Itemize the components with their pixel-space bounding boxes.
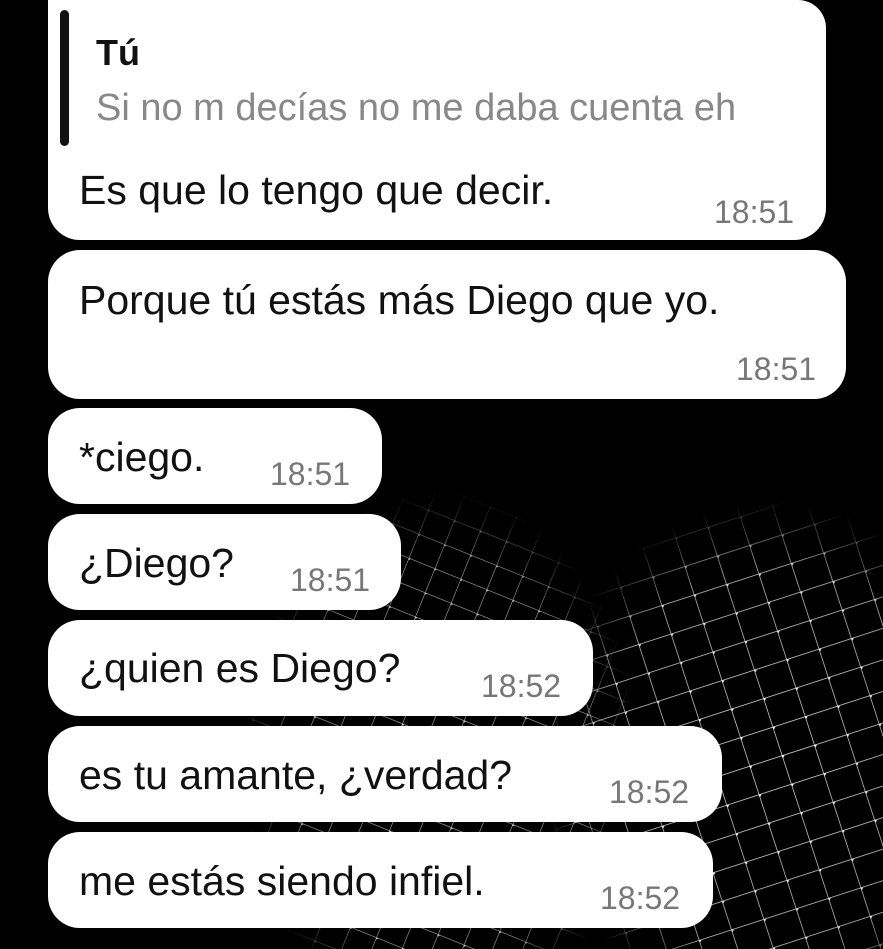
quote-text: Si no m decías no me daba cuenta eh — [96, 87, 737, 129]
message-time: 18:52 — [600, 880, 681, 916]
message-bubble[interactable]: Tú Si no m decías no me daba cuenta eh E… — [48, 0, 826, 240]
message-time: 18:51 — [270, 456, 351, 492]
quote-author: Tú — [96, 32, 140, 73]
message-text: *ciego. — [79, 434, 205, 480]
message-bubble[interactable]: ¿quien es Diego? 18:52 — [48, 620, 593, 716]
message-text: Es que lo tengo que decir. — [79, 167, 554, 213]
message-text: Porque tú estás más Diego que yo. — [79, 277, 720, 323]
message-bubble[interactable]: *ciego. 18:51 — [48, 408, 382, 504]
message-time: 18:51 — [714, 194, 795, 230]
message-time: 18:52 — [609, 774, 690, 810]
message-time: 18:51 — [290, 562, 371, 598]
message-text: es tu amante, ¿verdad? — [79, 752, 513, 798]
message-bubble[interactable]: Porque tú estás más Diego que yo. 18:51 — [48, 250, 846, 399]
message-time: 18:52 — [481, 668, 562, 704]
message-time: 18:51 — [736, 351, 817, 387]
reply-quote[interactable]: Tú Si no m decías no me daba cuenta eh — [58, 10, 798, 150]
message-text: ¿quien es Diego? — [79, 645, 401, 691]
message-text: me estás siendo infiel. — [79, 858, 485, 904]
message-text: ¿Diego? — [79, 540, 234, 586]
message-bubble[interactable]: es tu amante, ¿verdad? 18:52 — [48, 726, 722, 822]
message-bubble[interactable]: me estás siendo infiel. 18:52 — [48, 832, 713, 928]
message-bubble[interactable]: ¿Diego? 18:51 — [48, 514, 401, 610]
quote-bar — [60, 10, 69, 146]
chat-screen: Tú Si no m decías no me daba cuenta eh E… — [0, 0, 883, 949]
